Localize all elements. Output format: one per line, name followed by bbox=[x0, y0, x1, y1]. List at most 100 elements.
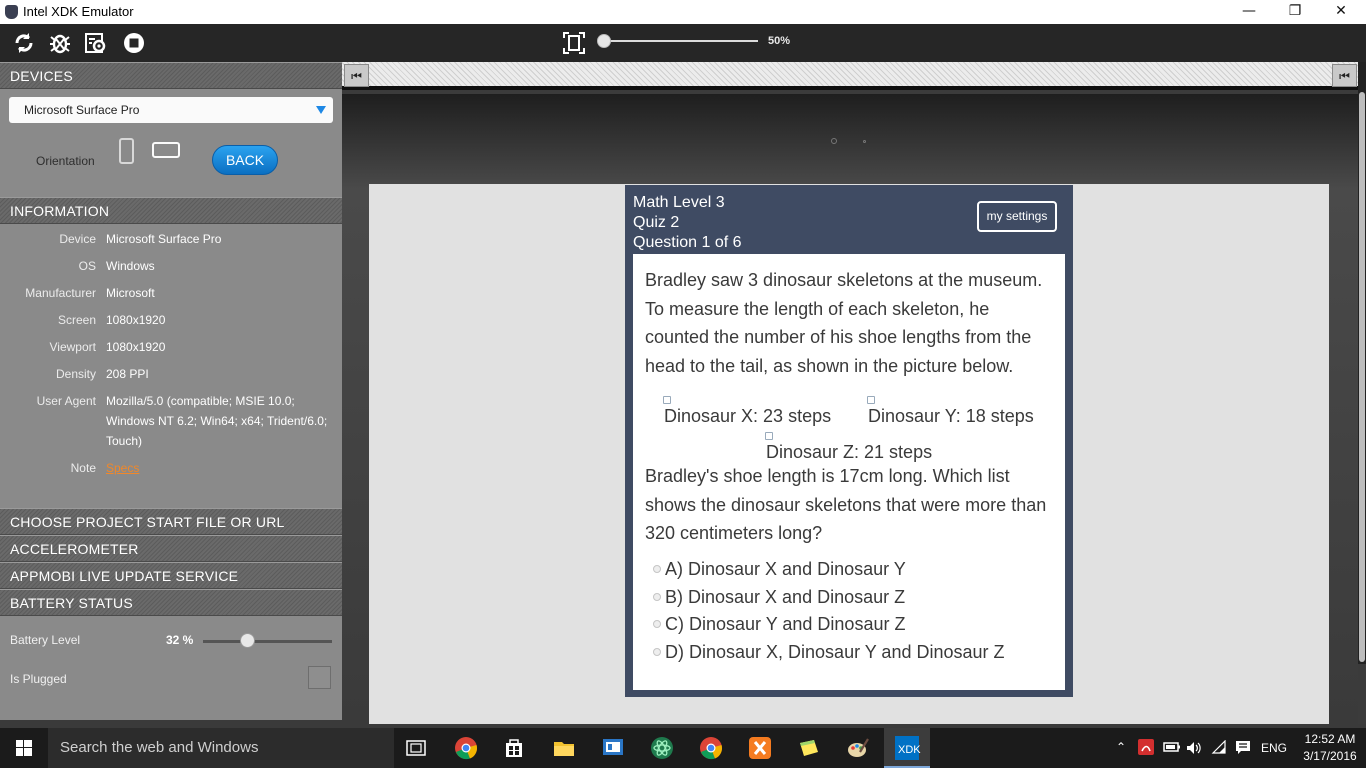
collapse-left-panel-button[interactable]: ⏮ bbox=[344, 64, 369, 87]
landscape-orientation-icon[interactable] bbox=[152, 142, 180, 158]
info-key: Note bbox=[70, 461, 96, 475]
file-explorer-icon[interactable] bbox=[552, 736, 576, 760]
maximize-button[interactable]: ❐ bbox=[1272, 0, 1318, 24]
portrait-orientation-icon[interactable] bbox=[119, 138, 134, 164]
back-button[interactable]: BACK bbox=[212, 145, 278, 175]
radio-button-icon[interactable] bbox=[653, 620, 661, 629]
settings-gear-icon[interactable] bbox=[84, 31, 108, 55]
section-battery-status[interactable]: BATTERY STATUS bbox=[0, 589, 342, 616]
window-titlebar: Intel XDK Emulator — ❐ ✕ bbox=[0, 0, 1366, 24]
volume-tray-icon[interactable] bbox=[1186, 740, 1202, 756]
info-value: Windows bbox=[106, 259, 155, 273]
information-heading[interactable]: INFORMATION bbox=[0, 197, 342, 224]
specs-link[interactable]: Specs bbox=[106, 458, 336, 478]
info-key: OS bbox=[78, 259, 96, 273]
question-prompt: Bradley saw 3 dinosaur skeletons at the … bbox=[645, 270, 1043, 376]
stage-scrollbar[interactable] bbox=[1358, 62, 1366, 664]
zoom-slider-track[interactable] bbox=[604, 40, 758, 42]
choice-label: D) Dinosaur X, Dinosaur Y and Dinosaur Z bbox=[665, 642, 1005, 662]
fit-screen-icon[interactable] bbox=[562, 31, 586, 55]
quiz-card: Math Level 3 Quiz 2 Question 1 of 6 my s… bbox=[625, 185, 1073, 697]
clock-time: 12:52 AM bbox=[1304, 732, 1356, 746]
close-button[interactable]: ✕ bbox=[1318, 0, 1364, 24]
device-select[interactable]: Microsoft Surface Pro bbox=[9, 97, 333, 123]
info-key: Device bbox=[59, 232, 96, 246]
info-key: Manufacturer bbox=[25, 286, 96, 300]
info-key: Screen bbox=[57, 313, 96, 327]
debug-bug-icon[interactable] bbox=[48, 31, 72, 55]
wifi-tray-icon[interactable] bbox=[1211, 740, 1227, 756]
window-title: Intel XDK Emulator bbox=[23, 4, 134, 19]
windows-start-icon[interactable] bbox=[0, 728, 48, 768]
is-plugged-label: Is Plugged bbox=[10, 672, 67, 686]
language-indicator[interactable]: ENG bbox=[1261, 741, 1287, 755]
atom-icon[interactable] bbox=[650, 736, 674, 760]
battery-level-slider-thumb[interactable] bbox=[240, 633, 255, 648]
question-counter: Question 1 of 6 bbox=[633, 234, 742, 251]
orientation-label: Orientation bbox=[36, 154, 95, 168]
taskbar-clock[interactable]: 12:52 AM 3/17/2016 bbox=[1300, 731, 1360, 765]
info-value: 208 PPI bbox=[106, 367, 149, 381]
chrome-icon[interactable] bbox=[454, 736, 478, 760]
info-value: 1080x1920 bbox=[106, 340, 166, 354]
radio-button-icon[interactable] bbox=[653, 565, 661, 574]
quiz-header: Math Level 3 Quiz 2 Question 1 of 6 bbox=[633, 193, 742, 253]
clock-date: 3/17/2016 bbox=[1303, 749, 1357, 763]
intel-xdk-app-icon bbox=[5, 5, 18, 19]
question-text: Bradley's shoe length is 17cm long. Whic… bbox=[645, 466, 1047, 543]
quiz-number: Quiz 2 bbox=[633, 214, 680, 231]
zoom-slider-thumb[interactable] bbox=[597, 34, 611, 48]
my-settings-button[interactable]: my settings bbox=[977, 201, 1057, 232]
dinosaur-y-caption: Dinosaur Y: 18 steps bbox=[868, 406, 1034, 426]
show-hidden-icons-chevron-icon[interactable]: ⌃ bbox=[1116, 740, 1126, 754]
info-value: Microsoft bbox=[106, 286, 155, 300]
battery-level-value: 32 % bbox=[166, 633, 194, 647]
answer-choice-b[interactable]: B) Dinosaur X and Dinosaur Z bbox=[653, 585, 905, 609]
sensor-icon bbox=[863, 140, 866, 143]
radio-button-icon[interactable] bbox=[653, 593, 661, 602]
xdk-icon-label: XDK bbox=[898, 744, 921, 756]
choice-label: A) Dinosaur X and Dinosaur Y bbox=[665, 559, 906, 579]
reload-icon[interactable] bbox=[12, 31, 36, 55]
answer-choice-c[interactable]: C) Dinosaur Y and Dinosaur Z bbox=[653, 612, 905, 636]
battery-level-label: Battery Level bbox=[10, 633, 81, 647]
zoom-level-label: 50% bbox=[768, 35, 791, 47]
store-icon[interactable] bbox=[502, 736, 526, 760]
device-select-value: Microsoft Surface Pro bbox=[24, 103, 140, 117]
left-panel: DEVICES Microsoft Surface Pro Orientatio… bbox=[0, 62, 342, 720]
paint-icon[interactable] bbox=[846, 736, 870, 760]
is-plugged-checkbox[interactable] bbox=[308, 666, 331, 689]
info-value: Mozilla/5.0 (compatible; MSIE 10.0; Wind… bbox=[106, 394, 328, 448]
answer-choice-a[interactable]: A) Dinosaur X and Dinosaur Y bbox=[653, 557, 906, 581]
acrobat-tray-icon[interactable] bbox=[1138, 739, 1154, 755]
scrollbar-thumb[interactable] bbox=[1359, 92, 1365, 662]
battery-level-slider-track[interactable] bbox=[203, 640, 332, 643]
xampp-icon[interactable] bbox=[748, 736, 772, 760]
devices-heading[interactable]: DEVICES bbox=[0, 62, 342, 89]
info-key: User Agent bbox=[36, 394, 96, 408]
battery-tray-icon[interactable] bbox=[1163, 740, 1181, 754]
dropdown-arrow-icon bbox=[316, 106, 326, 114]
remote-desktop-icon[interactable] bbox=[601, 736, 625, 760]
question-body: Bradley saw 3 dinosaur skeletons at the … bbox=[633, 254, 1065, 690]
intel-xdk-taskbar-button[interactable]: XDK bbox=[884, 728, 930, 768]
info-value: 1080x1920 bbox=[106, 313, 166, 327]
sticky-notes-icon[interactable] bbox=[797, 736, 821, 760]
windows-taskbar: Search the web and Windows XDK ⌃ ENG 12:… bbox=[0, 728, 1366, 768]
broken-image-icon bbox=[663, 396, 671, 404]
task-view-icon[interactable] bbox=[404, 736, 428, 760]
action-center-icon[interactable] bbox=[1235, 740, 1251, 756]
chrome-canary-icon[interactable] bbox=[699, 736, 723, 760]
section-accelerometer[interactable]: ACCELEROMETER bbox=[0, 535, 342, 562]
collapse-right-panel-button[interactable]: ⏮ bbox=[1332, 64, 1357, 87]
broken-image-icon bbox=[867, 396, 875, 404]
stage-header-bar bbox=[342, 62, 1358, 90]
stop-icon[interactable] bbox=[122, 31, 146, 55]
section-appmobi-live-update[interactable]: APPMOBI LIVE UPDATE SERVICE bbox=[0, 562, 342, 589]
minimize-button[interactable]: — bbox=[1226, 0, 1272, 24]
taskbar-search-box[interactable]: Search the web and Windows bbox=[48, 728, 394, 768]
section-choose-project-start-file[interactable]: CHOOSE PROJECT START FILE OR URL bbox=[0, 508, 342, 535]
answer-choice-d[interactable]: D) Dinosaur X, Dinosaur Y and Dinosaur Z bbox=[653, 640, 1005, 664]
radio-button-icon[interactable] bbox=[653, 648, 661, 657]
quiz-title: Math Level 3 bbox=[633, 194, 725, 211]
